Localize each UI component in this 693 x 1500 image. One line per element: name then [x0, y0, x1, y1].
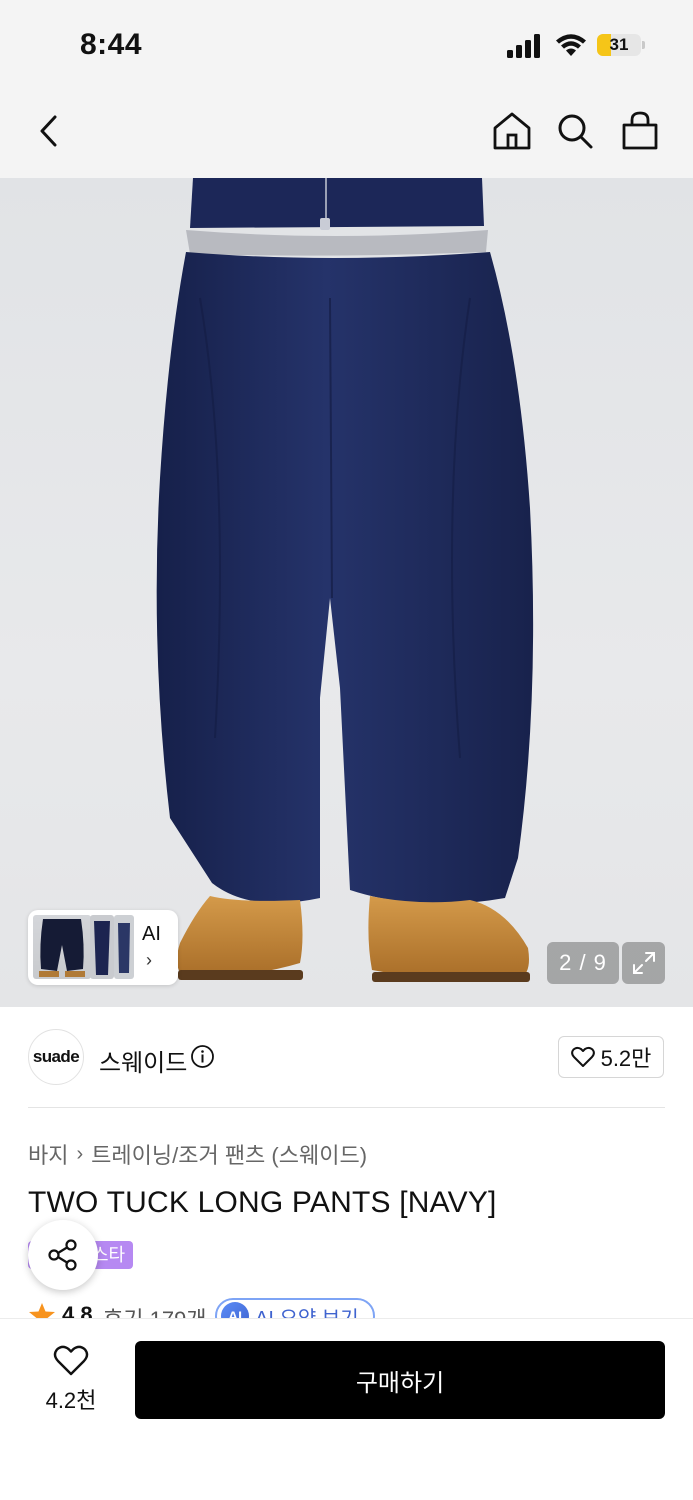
- breadcrumb: 바지 › 트레이닝/조거 팬츠 (스웨이드): [28, 1138, 367, 1170]
- brand-like-button[interactable]: 5.2만: [558, 1036, 664, 1078]
- product-image[interactable]: AI › 2 / 9: [0, 178, 693, 1007]
- thumbnail-3[interactable]: [114, 915, 134, 979]
- share-icon: [48, 1239, 77, 1271]
- ai-summary-label: AI 요약 보기: [255, 1302, 359, 1319]
- back-button[interactable]: [26, 108, 72, 154]
- wishlist-button[interactable]: 4.2천: [28, 1345, 114, 1415]
- image-counter: 2 / 9: [547, 942, 619, 984]
- chevron-left-icon: [40, 115, 57, 147]
- wifi-icon: [556, 34, 586, 56]
- buy-button[interactable]: 구매하기: [135, 1341, 665, 1419]
- bottom-action-bar: 4.2천 구매하기: [0, 1318, 693, 1500]
- chevron-right-icon: ›: [146, 950, 152, 970]
- ai-label: AI: [142, 923, 161, 945]
- product-title: TWO TUCK LONG PANTS [NAVY]: [28, 1186, 497, 1219]
- battery-level: 31: [609, 35, 629, 54]
- star-icon: [29, 1303, 55, 1318]
- status-time: 8:44: [80, 28, 143, 61]
- expand-button[interactable]: [622, 942, 665, 984]
- shopping-bag-icon: [622, 111, 658, 150]
- top-nav-bar: [0, 88, 693, 178]
- search-button[interactable]: [552, 108, 598, 154]
- battery-icon: 31: [597, 32, 645, 58]
- wishlist-count: 4.2천: [45, 1388, 97, 1413]
- heart-icon: [570, 1046, 595, 1067]
- thumbnail-1[interactable]: [33, 915, 91, 979]
- thumbnail-2[interactable]: [90, 915, 114, 979]
- rating-value: 4.8: [62, 1302, 93, 1318]
- search-icon: [558, 114, 593, 149]
- info-icon[interactable]: [190, 1044, 215, 1069]
- status-bar: 8:44 31: [0, 0, 693, 88]
- ai-badge-icon: AI: [221, 1302, 249, 1318]
- ai-summary-button[interactable]: AI AI 요약 보기: [215, 1298, 375, 1318]
- brand-name[interactable]: 스웨이드: [99, 1043, 187, 1078]
- expand-icon: [632, 952, 655, 974]
- breadcrumb-item-subcategory[interactable]: 트레이닝/조거 팬츠 (스웨이드): [91, 1138, 367, 1170]
- review-count[interactable]: 후기 179개: [103, 1302, 207, 1318]
- heart-icon: [53, 1345, 89, 1376]
- rating-row: 4.8 후기 179개 AI AI 요약 보기: [0, 1298, 693, 1318]
- product-photo: [156, 178, 534, 982]
- brand-like-count: 5.2만: [600, 1046, 652, 1071]
- cart-button[interactable]: [617, 108, 663, 154]
- share-button[interactable]: [28, 1220, 98, 1290]
- home-icon: [493, 112, 531, 150]
- ai-thumbnail-strip[interactable]: AI ›: [28, 910, 178, 985]
- chevron-right-icon: ›: [76, 1142, 84, 1165]
- home-button[interactable]: [489, 108, 535, 154]
- divider: [28, 1107, 665, 1108]
- brand-logo[interactable]: suade: [28, 1029, 84, 1085]
- breadcrumb-item-category[interactable]: 바지: [28, 1138, 68, 1170]
- cellular-signal-icon: [507, 34, 540, 58]
